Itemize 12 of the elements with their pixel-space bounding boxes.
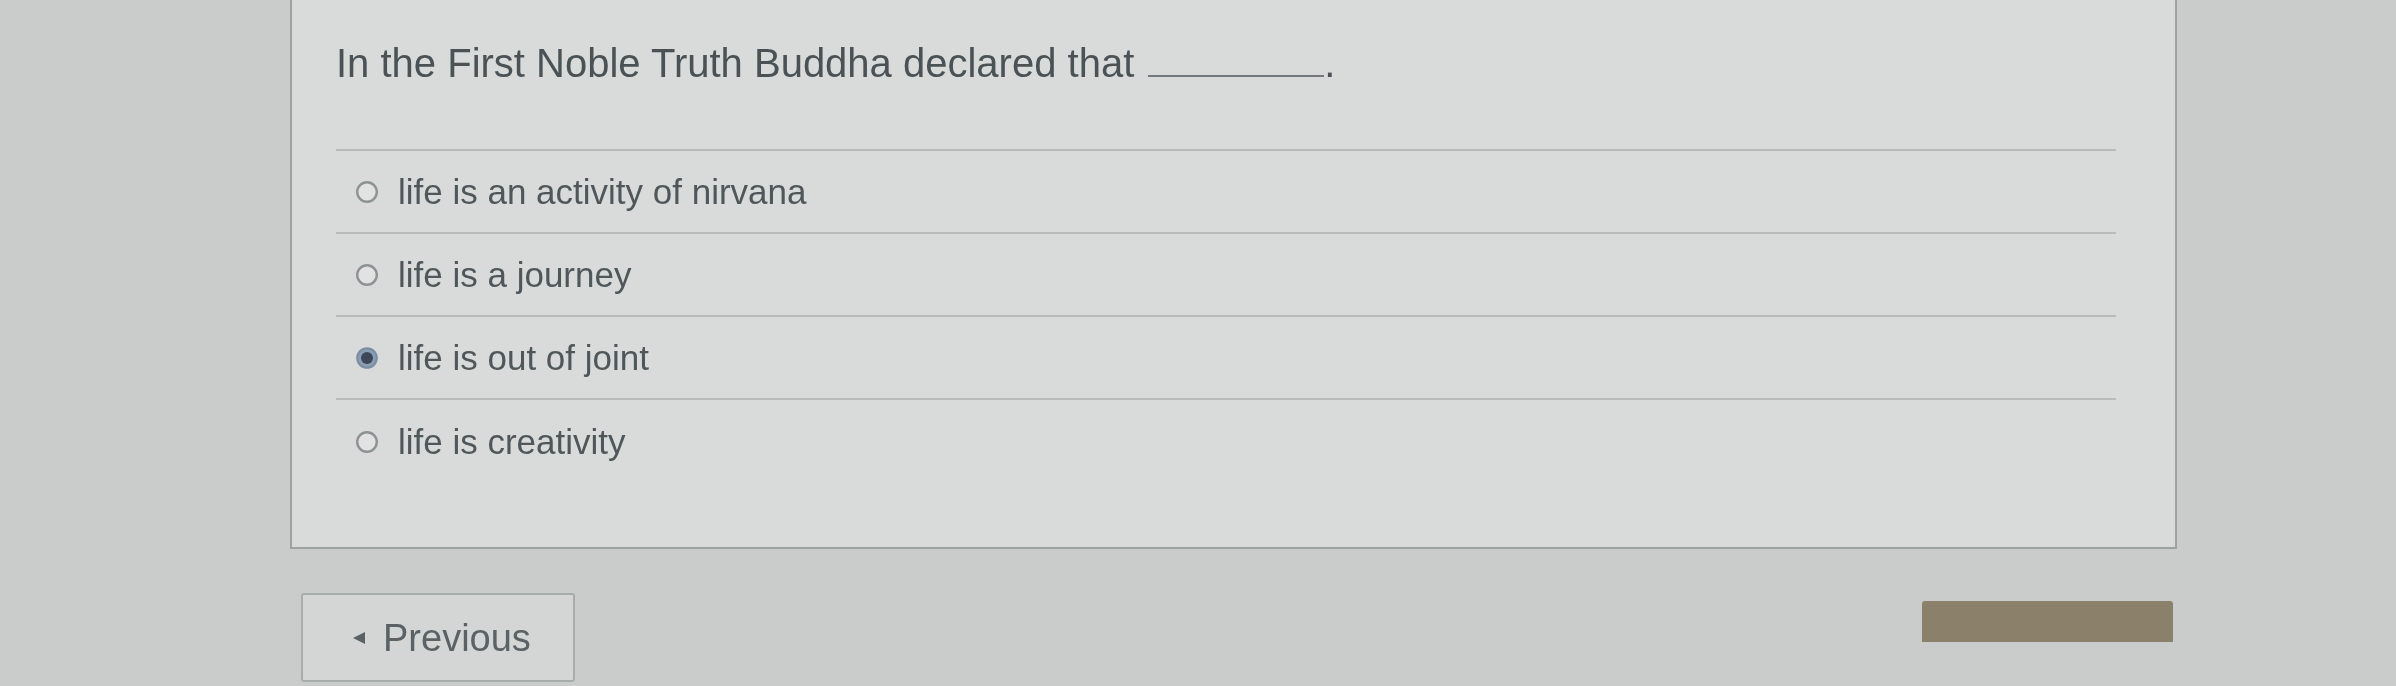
radio-button[interactable] xyxy=(356,430,378,453)
left-triangle-icon xyxy=(353,631,365,644)
previous-button[interactable]: Previous xyxy=(301,593,575,682)
radio-button[interactable] xyxy=(356,346,378,369)
radio-button[interactable] xyxy=(356,180,378,203)
radio-button[interactable] xyxy=(356,263,378,286)
question-text: In the First Noble Truth Buddha declared that xyxy=(336,40,1135,86)
option-label[interactable]: life is creativity xyxy=(398,421,626,462)
option-label[interactable]: life is a journey xyxy=(398,254,632,295)
option-label[interactable]: life is out of joint xyxy=(398,337,649,378)
option-label[interactable]: life is an activity of nirvana xyxy=(398,171,807,212)
punctuation: . xyxy=(1324,40,1336,86)
